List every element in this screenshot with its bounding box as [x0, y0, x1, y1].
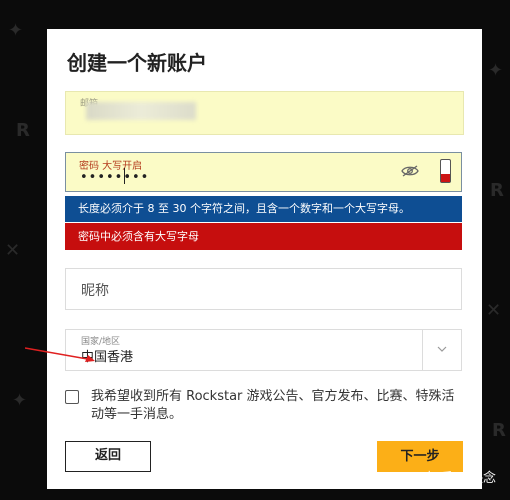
email-field[interactable]: 邮箱 — [65, 91, 464, 135]
back-button[interactable]: 返回 — [65, 441, 151, 472]
divider — [422, 330, 423, 370]
eye-off-icon[interactable] — [401, 164, 419, 178]
password-rules-message: 长度必须介于 8 至 30 个字符之间，且含一个数字和一个大写字母。 — [65, 196, 462, 222]
nickname-field[interactable]: 昵称 — [65, 268, 462, 310]
consent-checkbox[interactable] — [65, 390, 79, 404]
password-field[interactable]: 密码 大写开启 •••••••• — [65, 152, 462, 192]
watermark: 知乎 @熙念 — [426, 471, 496, 486]
password-strength-fill — [441, 174, 450, 182]
chevron-down-icon[interactable] — [436, 343, 448, 355]
text-caret — [124, 168, 125, 184]
page-title: 创建一个新账户 — [67, 51, 207, 75]
annotation-arrow-icon — [25, 347, 95, 362]
create-account-dialog: 创建一个新账户 邮箱 密码 大写开启 •••••••• 长度必须介于 8 至 3… — [25, 29, 482, 489]
country-select[interactable]: 国家/地区 中国香港 — [65, 329, 462, 371]
password-strength-icon — [440, 159, 451, 183]
password-error-message: 密码中必须含有大写字母 — [65, 223, 462, 250]
password-value: •••••••• — [80, 170, 150, 185]
email-value-redacted — [86, 102, 196, 120]
consent-text: 我希望收到所有 Rockstar 游戏公告、官方发布、比赛、特殊活动等一手消息。 — [91, 389, 455, 422]
nickname-placeholder: 昵称 — [81, 283, 109, 299]
